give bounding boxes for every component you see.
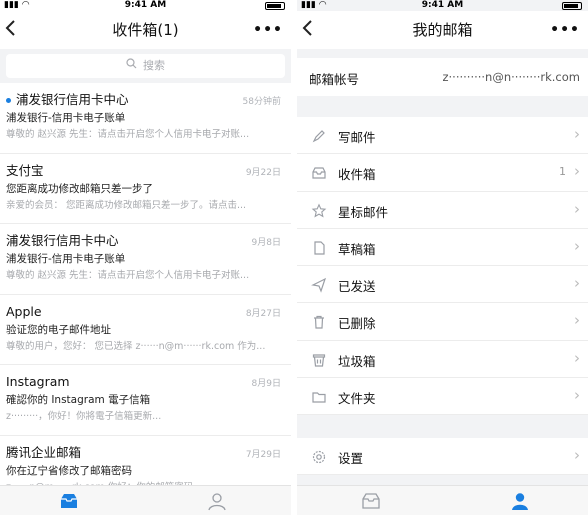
mail-sender: 支付宝 [6,162,44,178]
menu-item-draft[interactable]: 草稿箱 › [297,229,588,267]
tab-contacts-icon[interactable] [206,490,228,512]
tab-mail-icon[interactable] [58,490,80,512]
gear-icon [311,449,327,465]
menu-item-star[interactable]: 星标邮件 › [297,192,588,229]
search-icon [126,54,137,78]
menu-item-folder[interactable]: 文件夹 › [297,378,588,416]
account-row[interactable]: 邮箱帐号 z··········n@n········rk.com [297,58,588,96]
trash-icon [311,314,327,330]
mail-sender: 浦发银行信用卡中心 [16,92,129,107]
menu-item-inbox[interactable]: 收件箱 1 › [297,154,588,192]
mail-subject: 验证您的电子邮件地址 [6,323,111,336]
account-label: 邮箱帐号 [309,72,360,87]
mail-sender: 浦发银行信用卡中心 [6,233,119,248]
account-value: z··········n@n········rk.com [442,70,580,84]
junk-icon [311,352,327,368]
more-icon[interactable]: ••• [253,23,283,37]
compose-icon [311,128,327,144]
chevron-right-icon: › [574,386,580,405]
mail-subject: 浦发银行-信用卡电子账单 [6,112,126,124]
battery-icon [265,2,285,10]
more-icon[interactable]: ••• [550,23,580,37]
inbox-icon [311,165,327,181]
mail-preview: 尊敬的 赵兴源 先生：请点击开启您个人信用卡电子对账... [6,129,250,140]
mail-list: 浦发银行信用卡中心 58分钟前 浦发银行-信用卡电子账单 尊敬的 赵兴源 先生：请点击… [0,83,291,506]
status-time: 9:41 AM [124,0,167,10]
mail-list-item[interactable]: 支付宝 9月22日您距离成功修改邮箱只差一步了亲爱的会员： 您距离成功修改邮箱只差… [0,154,291,224]
send-icon [311,277,327,293]
status-time: 9:41 AM [421,0,464,10]
menu-item-label: 已删除 [338,316,376,332]
mailbox-screen: ▮▮▮ ◠ 9:41 AM 我的邮箱 ••• 邮箱帐号 z··········n… [297,0,588,515]
unread-dot-icon [6,98,11,103]
unread-count-badge: 1 [559,165,566,179]
chevron-right-icon: › [574,199,580,218]
star-icon [311,203,327,219]
menu-item-label: 已发送 [338,279,376,295]
mail-subject: 您距离成功修改邮箱只差一步了 [6,182,153,195]
inbox-screen: ▮▮▮ ◠ 9:41 AM 收件箱(1) ••• 搜索 浦发银行信用卡中心 58分… [0,0,291,515]
menu-item-trash[interactable]: 已删除 › [297,303,588,341]
mail-preview: 亲爱的会员： 您距离成功修改邮箱只差一步了。请点击... [6,199,247,211]
status-bar: ▮▮▮ ◠ 9:41 AM [0,0,291,11]
mail-subject: 你在辽宁省修改了邮箱密码 [6,464,132,477]
mail-date: 8月27日 [245,308,281,319]
menu-item-label: 文件夹 [338,391,376,407]
menu-item-junk[interactable]: 垃圾箱 › [297,341,588,379]
chevron-right-icon: › [574,446,580,464]
mail-list-item[interactable]: Instagram 8月9日確認你的 Instagram 電子信箱 z·······… [0,365,291,436]
chevron-right-icon: › [574,125,580,143]
menu-item-label: 写邮件 [338,130,376,145]
chevron-right-icon: › [574,162,580,181]
page-title: 收件箱(1) [112,21,179,39]
mail-preview: 尊敬的 赵兴源 先生：请点击开启您个人信用卡电子对账... [6,270,250,281]
search-placeholder: 搜索 [143,59,165,72]
chevron-right-icon: › [574,236,580,255]
mail-sender: Apple [6,303,42,319]
page-title: 我的邮箱 [412,21,473,39]
search-input[interactable]: 搜索 [6,54,285,78]
chevron-right-icon: › [574,274,580,293]
chevron-right-icon: › [574,311,580,330]
tab-mail-icon[interactable] [360,490,382,512]
chevron-right-icon: › [574,348,580,367]
menu-item-label: 设置 [338,451,364,466]
search-bar: 搜索 [0,49,291,83]
mail-preview: z·········，你好！你將電子信箱更新... [6,411,162,422]
mail-date: 9月22日 [245,167,281,178]
tab-contacts-icon[interactable] [509,490,531,512]
folder-icon [311,389,327,405]
menu-item-settings[interactable]: 设置 › [297,438,588,476]
tab-bar [0,485,291,515]
mail-subject: 確認你的 Instagram 電子信箱 [6,394,151,406]
settings-menu: 设置 › [297,438,588,476]
mail-subject: 浦发银行-信用卡电子账单 [6,253,126,265]
mail-sender: 腾讯企业邮箱 [6,444,82,460]
tab-bar [297,485,588,515]
mail-list-item[interactable]: 浦发银行信用卡中心 9月8日浦发银行-信用卡电子账单尊敬的 赵兴源 先生：请点击开… [0,224,291,295]
menu-item-label: 收件箱 [338,167,376,183]
mail-list-item[interactable]: Apple 8月27日验证您的电子邮件地址尊敬的用户，您好： 您已选择 z····… [0,295,291,365]
mailbox-menu: 写邮件 › 收件箱 1 › 星标邮件 › 草稿箱 › 已发送 › 已删除 › 垃圾箱 › 文件夹 › [297,117,588,416]
mail-list-item[interactable]: 浦发银行信用卡中心 58分钟前浦发银行-信用卡电子账单尊敬的 赵兴源 先生：请点击… [0,83,291,154]
status-bar: ▮▮▮ ◠ 9:41 AM [297,0,588,11]
mail-date: 9月8日 [251,238,281,248]
menu-item-send[interactable]: 已发送 › [297,266,588,304]
menu-item-label: 垃圾箱 [338,353,376,369]
battery-icon [562,2,582,10]
menu-item-label: 草稿箱 [338,241,376,257]
mail-date: 58分钟前 [242,97,281,107]
menu-item-label: 星标邮件 [338,204,389,220]
draft-icon [311,240,327,256]
mail-preview: 尊敬的用户，您好： 您已选择 z······n@m······rk.com 作为… [6,340,266,352]
mail-date: 8月9日 [251,379,281,389]
mail-date: 7月29日 [245,449,281,460]
mail-sender: Instagram [6,374,70,389]
inbox-nav-bar: 收件箱(1) ••• [0,11,291,49]
menu-item-compose[interactable]: 写邮件 › [297,117,588,155]
mailbox-nav-bar: 我的邮箱 ••• [297,11,588,49]
